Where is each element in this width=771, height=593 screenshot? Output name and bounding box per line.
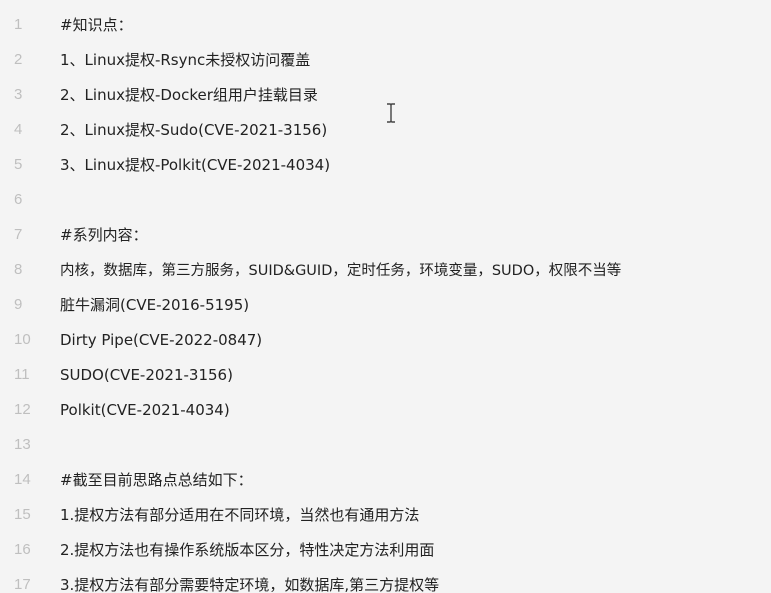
line-text[interactable]: 2、Linux提权-Docker组用户挂载目录 — [60, 84, 318, 105]
line-text[interactable]: #知识点： — [60, 14, 133, 35]
editor-line-13[interactable]: 13 — [0, 427, 771, 462]
line-number: 13 — [14, 436, 31, 453]
editor-line-1[interactable]: 1 #知识点： — [0, 7, 771, 42]
line-number: 5 — [14, 156, 23, 173]
editor-line-11[interactable]: 11 SUDO(CVE-2021-3156) — [0, 357, 771, 392]
editor-line-12[interactable]: 12 Polkit(CVE-2021-4034) — [0, 392, 771, 427]
line-text[interactable]: Polkit(CVE-2021-4034) — [60, 401, 230, 419]
line-text[interactable]: SUDO(CVE-2021-3156) — [60, 366, 233, 384]
editor-line-14[interactable]: 14 #截至目前思路点总结如下： — [0, 462, 771, 497]
line-text[interactable]: 脏牛漏洞(CVE-2016-5195) — [60, 294, 249, 315]
line-number: 7 — [14, 226, 23, 243]
editor-line-2[interactable]: 2 1、Linux提权-Rsync未授权访问覆盖 — [0, 42, 771, 77]
editor-line-7[interactable]: 7 #系列内容： — [0, 217, 771, 252]
line-number: 10 — [14, 331, 31, 348]
line-number: 6 — [14, 191, 23, 208]
line-number: 8 — [14, 261, 23, 278]
text-editor[interactable]: 1 #知识点： 2 1、Linux提权-Rsync未授权访问覆盖 3 2、Lin… — [0, 0, 771, 593]
line-text[interactable]: Dirty Pipe(CVE-2022-0847) — [60, 331, 262, 349]
editor-line-5[interactable]: 5 3、Linux提权-Polkit(CVE-2021-4034) — [0, 147, 771, 182]
line-number: 1 — [14, 16, 23, 33]
line-text[interactable]: 3、Linux提权-Polkit(CVE-2021-4034) — [60, 154, 330, 175]
line-text[interactable]: 2、Linux提权-Sudo(CVE-2021-3156) — [60, 119, 327, 140]
line-number: 4 — [14, 121, 23, 138]
line-number: 14 — [14, 471, 31, 488]
line-text[interactable]: 2.提权方法也有操作系统版本区分，特性决定方法利用面 — [60, 539, 434, 560]
line-number: 12 — [14, 401, 31, 418]
line-number: 2 — [14, 51, 23, 68]
line-text[interactable]: #截至目前思路点总结如下： — [60, 469, 253, 490]
line-number: 11 — [14, 366, 30, 383]
line-text[interactable]: #系列内容： — [60, 224, 148, 245]
editor-line-6[interactable]: 6 — [0, 182, 771, 217]
editor-line-15[interactable]: 15 1.提权方法有部分适用在不同环境，当然也有通用方法 — [0, 497, 771, 532]
line-number: 15 — [14, 506, 31, 523]
editor-line-9[interactable]: 9 脏牛漏洞(CVE-2016-5195) — [0, 287, 771, 322]
line-number: 9 — [14, 296, 23, 313]
line-number: 3 — [14, 86, 23, 103]
line-text[interactable]: 内核，数据库，第三方服务，SUID&GUID，定时任务，环境变量，SUDO，权限… — [60, 259, 621, 280]
line-number: 17 — [14, 576, 31, 593]
editor-line-8[interactable]: 8 内核，数据库，第三方服务，SUID&GUID，定时任务，环境变量，SUDO，… — [0, 252, 771, 287]
editor-line-17[interactable]: 17 3.提权方法有部分需要特定环境，如数据库,第三方提权等 — [0, 567, 771, 593]
line-text[interactable]: 1.提权方法有部分适用在不同环境，当然也有通用方法 — [60, 504, 419, 525]
editor-line-16[interactable]: 16 2.提权方法也有操作系统版本区分，特性决定方法利用面 — [0, 532, 771, 567]
line-text[interactable]: 1、Linux提权-Rsync未授权访问覆盖 — [60, 49, 310, 70]
editor-line-10[interactable]: 10 Dirty Pipe(CVE-2022-0847) — [0, 322, 771, 357]
line-number: 16 — [14, 541, 31, 558]
text-cursor-icon — [387, 103, 395, 123]
line-text[interactable]: 3.提权方法有部分需要特定环境，如数据库,第三方提权等 — [60, 574, 439, 593]
